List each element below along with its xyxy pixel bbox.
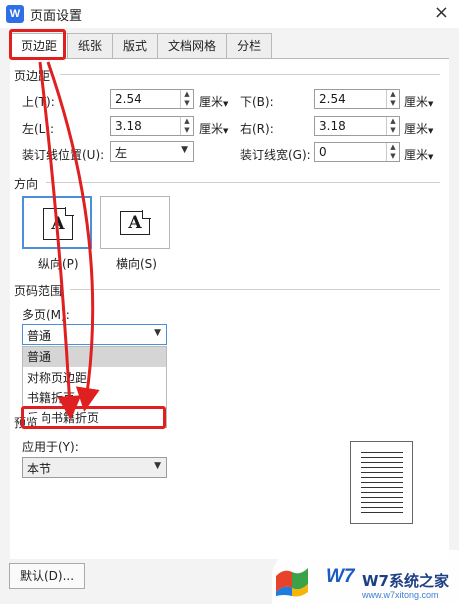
- page-setup-dialog: W 页面设置 × 页边距 纸张 版式 文档网格 分栏 页边距 上(T): 2.5…: [0, 0, 459, 604]
- watermark-url: www.w7xitong.com: [362, 590, 439, 600]
- windows-logo-icon: [276, 568, 308, 597]
- annotation-arrows: [38, 61, 100, 420]
- watermark-brand: W7系统之家: [362, 572, 449, 590]
- arrow-right: [46, 61, 100, 412]
- watermark: W7 W7系统之家 www.w7xitong.com: [272, 550, 459, 604]
- watermark-w7-logo: W7: [326, 566, 355, 587]
